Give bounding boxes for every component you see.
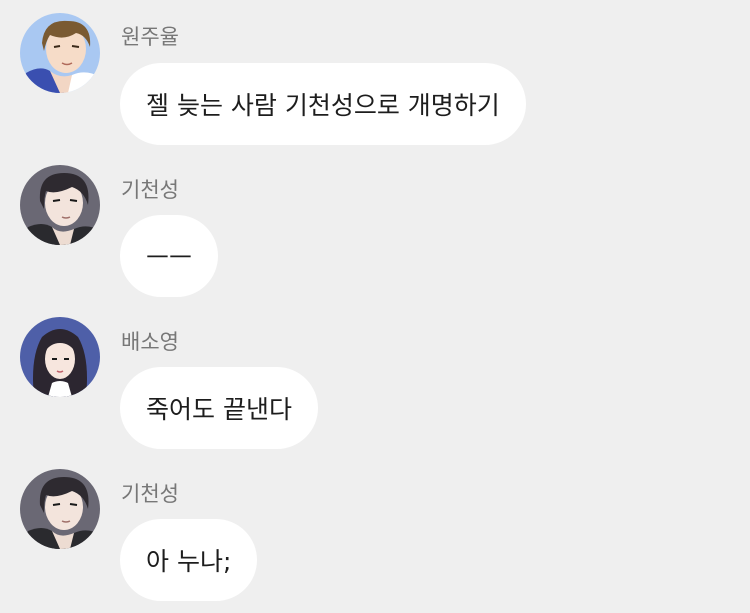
avatar[interactable] — [20, 469, 100, 549]
sender-name: 배소영 — [121, 330, 179, 354]
message-bubble: ㅡㅡ — [120, 215, 219, 297]
avatar[interactable] — [20, 13, 100, 93]
avatar-soyoung-icon — [20, 317, 100, 397]
sender-name: 기천성 — [121, 178, 179, 202]
message-bubble: 죽어도 끝낸다 — [120, 367, 318, 449]
avatar-cheonseong-icon — [20, 165, 100, 245]
sender-name: 기천성 — [121, 482, 179, 506]
avatar-juyul-icon — [20, 13, 100, 93]
message-bubble: 아 누나; — [120, 519, 258, 601]
message-bubble: 젤 늦는 사람 기천성으로 개명하기 — [120, 63, 526, 145]
avatar[interactable] — [20, 165, 100, 245]
chat-log: 원주율 젤 늦는 사람 기천성으로 개명하기 기천성 ㅡㅡ 배소영 죽어도 끝낸… — [0, 0, 750, 613]
avatar[interactable] — [20, 317, 100, 397]
avatar-cheonseong-icon — [20, 469, 100, 549]
sender-name: 원주율 — [121, 25, 179, 49]
